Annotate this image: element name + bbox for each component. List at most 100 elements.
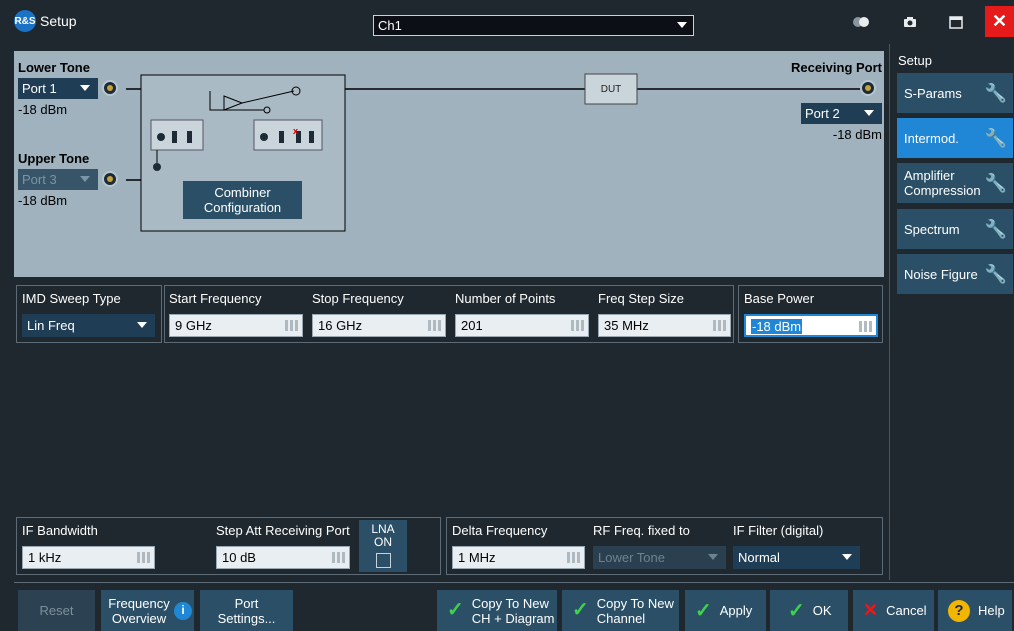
if-filter-label: IF Filter (digital) — [733, 523, 824, 538]
window-title: Setup — [40, 13, 77, 29]
lower-tone-connector-icon — [102, 80, 118, 96]
keypad-icon[interactable] — [859, 321, 872, 332]
chevron-down-icon — [677, 22, 687, 28]
sidebar-item-label: Spectrum — [904, 221, 960, 237]
info-icon: i — [174, 601, 192, 620]
lna-checkbox[interactable] — [375, 553, 391, 568]
frequency-overview-button[interactable]: Frequency Overview i — [101, 590, 194, 631]
screenshot-button[interactable] — [895, 8, 925, 36]
frequency-offset-panel: Delta Frequency 1 MHz RF Freq. fixed to … — [446, 517, 883, 575]
receiving-power: -18 dBm — [832, 127, 882, 142]
sidebar-divider — [889, 44, 890, 580]
chevron-down-icon — [137, 322, 147, 328]
receiving-port-value: Port 2 — [805, 106, 840, 121]
number-of-points-input[interactable]: 201 — [455, 314, 589, 337]
step-att-value: 10 dB — [222, 550, 256, 565]
imd-sweep-type-panel: IMD Sweep Type Lin Freq — [16, 285, 162, 343]
step-att-label: Step Att Receiving Port — [216, 523, 350, 538]
checkmark-icon: ✓ — [788, 600, 805, 622]
delta-frequency-input[interactable]: 1 MHz — [452, 546, 585, 569]
receiving-port-label: Receiving Port — [790, 60, 882, 75]
dut-label: DUT — [600, 83, 622, 95]
help-label: Help — [978, 603, 1005, 618]
ok-label: OK — [812, 603, 832, 618]
imd-sweep-type-select[interactable]: Lin Freq — [22, 314, 155, 337]
keypad-icon[interactable] — [571, 320, 584, 331]
keypad-icon[interactable] — [332, 552, 345, 563]
combiner-configuration-button[interactable]: Combiner Configuration — [183, 181, 302, 219]
cancel-button[interactable]: ✕ Cancel — [853, 590, 934, 631]
receiver-panel: IF Bandwidth 1 kHz Step Att Receiving Po… — [16, 517, 441, 575]
freq-step-size-input[interactable]: 35 MHz — [598, 314, 731, 337]
sidebar-item-spectrum[interactable]: Spectrum 🔧 — [897, 209, 1013, 249]
keypad-icon[interactable] — [285, 320, 298, 331]
copy-to-new-ch-diagram-button[interactable]: ✓ Copy To New CH + Diagram — [437, 590, 557, 631]
checkmark-icon: ✓ — [447, 599, 464, 621]
lna-toggle[interactable]: LNA ON — [359, 520, 407, 572]
lna-label: LNA ON — [371, 522, 395, 549]
chevron-down-icon — [864, 110, 874, 116]
toggle-icon — [853, 17, 869, 27]
checkmark-icon: ✓ — [695, 600, 712, 622]
sidebar-item-s-params[interactable]: S-Params 🔧 — [897, 73, 1013, 113]
step-att-input[interactable]: 10 dB — [216, 546, 350, 569]
sidebar-item-label: Amplifier Compression — [904, 168, 981, 198]
start-frequency-input[interactable]: 9 GHz — [169, 314, 303, 337]
reset-label: Reset — [39, 603, 74, 618]
keypad-icon[interactable] — [137, 552, 150, 563]
apply-button[interactable]: ✓ Apply — [685, 590, 766, 631]
lower-tone-port-value: Port 1 — [22, 81, 57, 96]
keypad-icon[interactable] — [428, 320, 441, 331]
delta-frequency-label: Delta Frequency — [452, 523, 548, 538]
title-bar: R&S Setup Ch1 ✕ — [0, 0, 1014, 44]
wrench-icon: 🔧 — [984, 263, 1007, 284]
toggle-button[interactable] — [846, 8, 876, 36]
camera-icon — [904, 17, 916, 27]
maximize-button[interactable] — [941, 8, 971, 36]
lower-tone-power: -18 dBm — [18, 102, 68, 117]
chevron-down-icon — [708, 554, 718, 560]
upper-tone-port-select[interactable]: Port 3 — [18, 169, 98, 190]
copy-to-new-channel-button[interactable]: ✓ Copy To New Channel — [562, 590, 679, 631]
wrench-icon: 🔧 — [984, 172, 1007, 193]
app-logo-icon: R&S — [14, 10, 36, 32]
sidebar-title: Setup — [898, 53, 932, 68]
imd-sweep-type-value: Lin Freq — [27, 318, 75, 333]
base-power-input[interactable]: -18 dBm — [744, 314, 878, 337]
reset-button[interactable]: Reset — [18, 590, 95, 631]
rf-freq-fixed-label: RF Freq. fixed to — [593, 523, 690, 538]
upper-tone-connector-icon — [102, 171, 118, 187]
rf-freq-fixed-value: Lower Tone — [598, 550, 665, 565]
lower-tone-label: Lower Tone — [18, 60, 90, 75]
sidebar-item-intermod[interactable]: Intermod. 🔧 — [897, 118, 1013, 158]
close-icon: ✕ — [991, 11, 1008, 31]
copy-channel-label: Copy To New Channel — [596, 595, 674, 626]
start-frequency-value: 9 GHz — [175, 318, 212, 333]
port-settings-button[interactable]: Port Settings... — [200, 590, 293, 631]
delta-frequency-value: 1 MHz — [458, 550, 496, 565]
frequency-panel: Start Frequency 9 GHz Stop Frequency 16 … — [164, 285, 734, 343]
connection-lines: x — [126, 73, 874, 232]
chevron-down-icon — [842, 554, 852, 560]
svg-text:x: x — [293, 126, 298, 136]
lower-tone-port-select[interactable]: Port 1 — [18, 78, 98, 99]
ok-button[interactable]: ✓ OK — [770, 590, 848, 631]
stop-frequency-value: 16 GHz — [318, 318, 363, 333]
receiving-connector-icon — [860, 80, 876, 96]
sidebar-item-amplifier-compression[interactable]: Amplifier Compression 🔧 — [897, 163, 1013, 203]
wrench-icon: 🔧 — [984, 127, 1007, 148]
apply-label: Apply — [719, 603, 753, 618]
stop-frequency-input[interactable]: 16 GHz — [312, 314, 446, 337]
upper-tone-port-value: Port 3 — [22, 172, 57, 187]
receiving-port-select[interactable]: Port 2 — [801, 103, 882, 124]
if-filter-select[interactable]: Normal — [733, 546, 860, 569]
rf-freq-fixed-select[interactable]: Lower Tone — [593, 546, 726, 569]
close-button[interactable]: ✕ — [985, 6, 1014, 37]
chevron-down-icon — [80, 85, 90, 91]
help-button[interactable]: ? Help — [938, 590, 1012, 631]
keypad-icon[interactable] — [713, 320, 726, 331]
if-bandwidth-input[interactable]: 1 kHz — [22, 546, 155, 569]
keypad-icon[interactable] — [567, 552, 580, 563]
channel-select[interactable]: Ch1 — [373, 15, 694, 36]
sidebar-item-noise-figure[interactable]: Noise Figure 🔧 — [897, 254, 1013, 294]
